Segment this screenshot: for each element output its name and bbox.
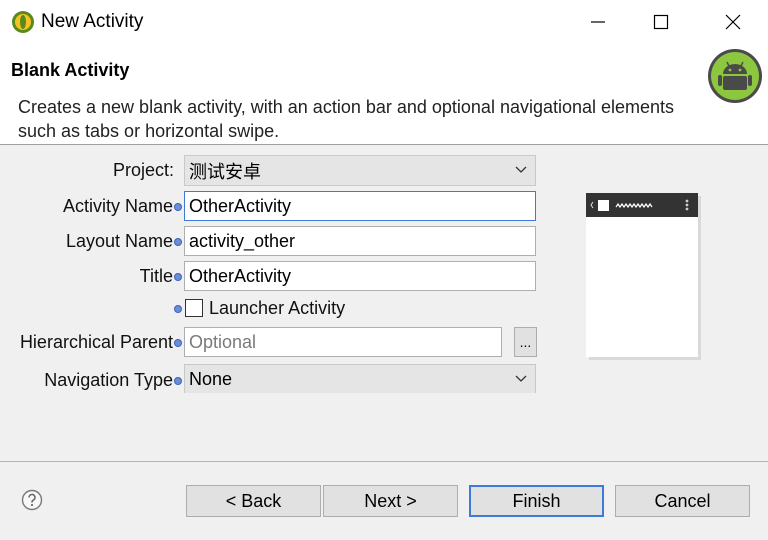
hierarchical-parent-placeholder: Optional — [189, 331, 257, 352]
close-button[interactable] — [710, 0, 756, 44]
help-icon[interactable] — [21, 489, 43, 511]
action-bar-glyphs-icon — [590, 199, 689, 211]
activity-name-value: OtherActivity — [189, 195, 292, 216]
back-button[interactable]: < Back — [186, 485, 321, 517]
activity-name-label: Activity Name — [62, 196, 173, 216]
layout-name-value: activity_other — [189, 230, 296, 251]
next-button[interactable]: Next > — [323, 485, 458, 517]
title-input[interactable]: OtherActivity — [184, 261, 536, 291]
finish-button[interactable]: Finish — [469, 485, 604, 517]
chevron-down-icon — [515, 166, 527, 173]
header-separator — [0, 144, 768, 145]
project-combo[interactable]: 测试安卓 — [184, 155, 536, 186]
hierarchical-parent-label: Hierarchical Parent — [19, 332, 173, 352]
chevron-down-icon — [515, 375, 527, 382]
maximize-button[interactable] — [638, 0, 684, 44]
info-icon — [174, 339, 182, 347]
preview-action-bar — [586, 193, 698, 217]
project-label: Project: — [112, 160, 174, 180]
close-icon — [725, 14, 741, 30]
footer-separator — [0, 461, 768, 462]
activity-preview — [586, 193, 698, 357]
launcher-activity-label: Launcher Activity — [209, 298, 346, 318]
window-title: New Activity — [41, 11, 144, 32]
launcher-activity-checkbox[interactable] — [185, 299, 203, 317]
info-icon — [174, 305, 182, 313]
minimize-icon — [591, 21, 605, 23]
layout-name-input[interactable]: activity_other — [184, 226, 536, 256]
page-description: Creates a new blank activity, with an ac… — [18, 97, 675, 141]
hierarchical-parent-input[interactable]: Optional — [184, 327, 502, 357]
browse-parent-button[interactable]: ... — [514, 327, 537, 357]
page-title: Blank Activity — [11, 60, 130, 80]
navigation-type-value: None — [189, 368, 233, 389]
title-value: OtherActivity — [189, 265, 292, 286]
minimize-button[interactable] — [575, 0, 621, 44]
title-label: Title — [139, 266, 173, 286]
info-icon — [174, 273, 182, 281]
navigation-type-label: Navigation Type — [44, 370, 173, 390]
android-logo-icon — [708, 49, 762, 103]
activity-name-input[interactable]: OtherActivity — [184, 191, 536, 221]
cancel-button[interactable]: Cancel — [615, 485, 750, 517]
info-icon — [174, 203, 182, 211]
layout-name-label: Layout Name — [65, 231, 173, 251]
project-value: 测试安卓 — [189, 161, 261, 182]
info-icon — [174, 238, 182, 246]
navigation-type-combo[interactable]: None — [184, 364, 536, 393]
eclipse-app-icon — [12, 11, 34, 33]
maximize-icon — [653, 14, 669, 30]
info-icon — [174, 377, 182, 385]
